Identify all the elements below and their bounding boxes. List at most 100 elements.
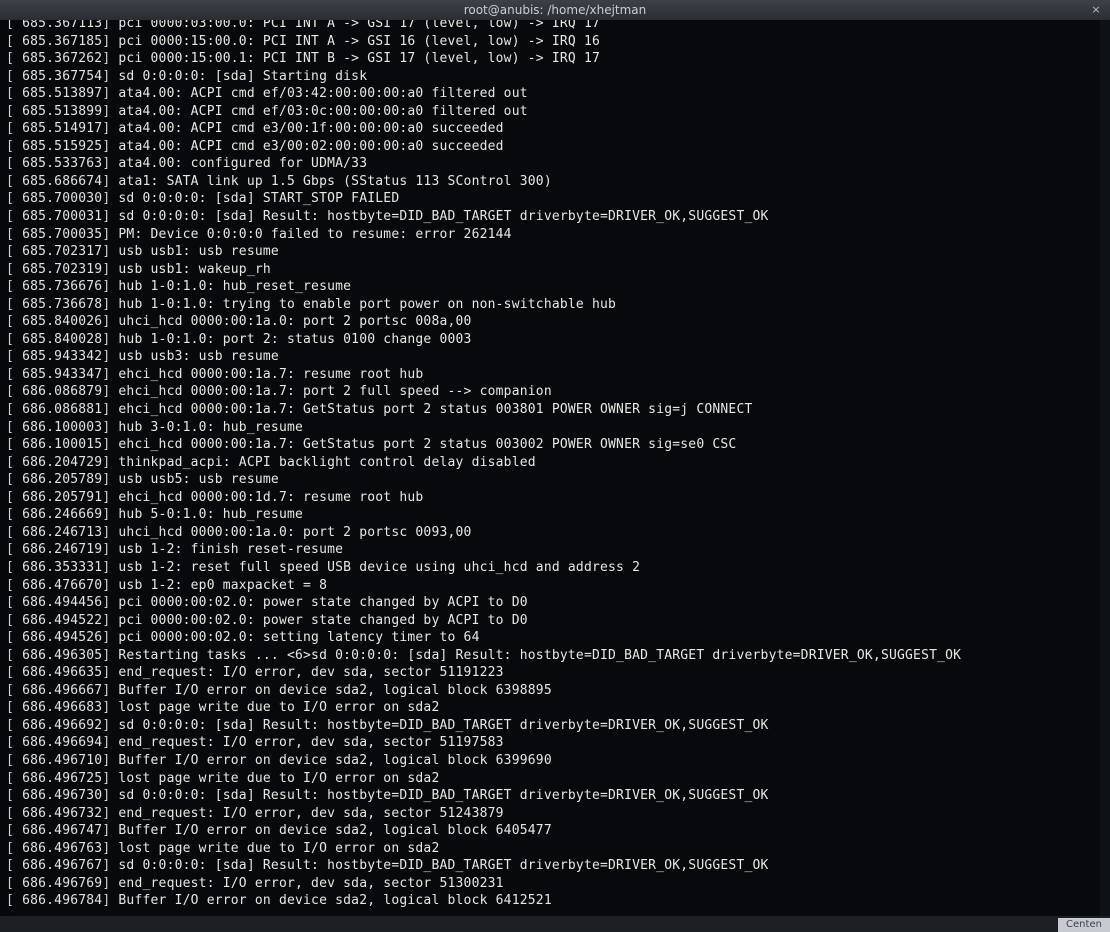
log-line: [ 686.476670] usb 1-2: ep0 maxpacket = 8 [6,577,961,595]
log-bracket-open: [ [6,419,23,435]
log-message: hub 1-0:1.0: hub_reset_resume [118,279,352,295]
log-bracket-close: ] [102,524,119,540]
log-timestamp: 685.513899 [22,103,103,119]
log-line: [ 686.496784] Buffer I/O error on device… [6,892,961,910]
log-line: [ 686.496763] lost page write due to I/O… [6,840,961,858]
log-timestamp: 685.943347 [22,366,103,382]
log-timestamp: 686.100015 [22,437,103,453]
log-bracket-close: ] [102,454,119,470]
log-bracket-close: ] [102,630,119,646]
log-bracket-close: ] [102,51,119,67]
log-timestamp: 685.840026 [22,314,103,330]
log-message: end_request: I/O error, dev sda, sector … [118,665,504,681]
log-timestamp: 686.494456 [22,595,103,611]
log-lines: [ 685.367113] pci 0000:03:00.0: PCI INT … [6,20,961,910]
log-line: [ 685.700035] PM: Device 0:0:0:0 failed … [6,226,961,244]
log-bracket-open: [ [6,717,23,733]
log-bracket-close: ] [102,542,119,558]
log-message: lost page write due to I/O error on sda2 [118,840,440,856]
log-bracket-close: ] [102,209,119,225]
log-bracket-close: ] [102,384,119,400]
log-line: [ 685.702319] usb usb1: wakeup_rh [6,261,961,279]
terminal-output[interactable]: [ 685.367113] pci 0000:03:00.0: PCI INT … [0,20,1100,916]
log-bracket-close: ] [102,752,119,768]
log-bracket-open: [ [6,20,23,31]
log-message: ehci_hcd 0000:00:1a.7: GetStatus port 2 … [118,402,753,418]
log-bracket-close: ] [102,437,119,453]
log-bracket-open: [ [6,33,23,49]
log-bracket-open: [ [6,542,23,558]
log-timestamp: 686.086879 [22,384,103,400]
log-message: sd 0:0:0:0: [sda] Result: hostbyte=DID_B… [118,858,769,874]
terminal-scrollbar[interactable] [1100,20,1110,916]
log-timestamp: 686.496730 [22,788,103,804]
log-timestamp: 685.736678 [22,296,103,312]
close-icon[interactable]: × [1088,2,1104,17]
log-bracket-close: ] [102,20,119,31]
log-bracket-open: [ [6,858,23,874]
log-timestamp: 686.496667 [22,682,103,698]
log-line: [ 686.086879] ehci_hcd 0000:00:1a.7: por… [6,383,961,401]
log-message: Restarting tasks ... <6>sd 0:0:0:0: [sda… [118,647,962,663]
log-bracket-close: ] [102,261,119,277]
log-message: uhci_hcd 0000:00:1a.0: port 2 portsc 008… [118,314,472,330]
log-timestamp: 686.246713 [22,524,103,540]
log-bracket-open: [ [6,472,23,488]
log-line: [ 686.353331] usb 1-2: reset full speed … [6,559,961,577]
log-message: pci 0000:15:00.1: PCI INT B -> GSI 17 (l… [118,51,601,67]
log-message: sd 0:0:0:0: [sda] Result: hostbyte=DID_B… [118,717,769,733]
log-bracket-open: [ [6,209,23,225]
log-bracket-close: ] [102,191,119,207]
log-timestamp: 685.367754 [22,68,103,84]
log-message: hub 3-0:1.0: hub_resume [118,419,304,435]
log-bracket-open: [ [6,279,23,295]
log-bracket-close: ] [102,156,119,172]
log-bracket-open: [ [6,489,23,505]
log-message: hub 1-0:1.0: trying to enable port power… [118,296,617,312]
log-message: pci 0000:03:00.0: PCI INT A -> GSI 17 (l… [118,20,601,31]
log-line: [ 686.246669] hub 5-0:1.0: hub_resume [6,506,961,524]
log-bracket-close: ] [102,279,119,295]
log-bracket-close: ] [102,788,119,804]
log-timestamp: 685.736676 [22,279,103,295]
log-message: hub 5-0:1.0: hub_resume [118,507,304,523]
log-timestamp: 686.496635 [22,665,103,681]
log-message: usb 1-2: finish reset-resume [118,542,344,558]
log-bracket-close: ] [102,121,119,137]
log-bracket-close: ] [102,840,119,856]
log-timestamp: 686.496747 [22,823,103,839]
log-timestamp: 686.496694 [22,735,103,751]
log-line: [ 686.494456] pci 0000:00:02.0: power st… [6,594,961,612]
log-bracket-close: ] [102,138,119,154]
window-titlebar[interactable]: root@anubis: /home/xhejtman × [0,0,1110,21]
log-line: [ 686.496694] end_request: I/O error, de… [6,734,961,752]
log-bracket-open: [ [6,770,23,786]
log-bracket-open: [ [6,138,23,154]
log-timestamp: 685.513897 [22,86,103,102]
log-bracket-open: [ [6,103,23,119]
log-bracket-close: ] [102,349,119,365]
log-line: [ 685.367262] pci 0000:15:00.1: PCI INT … [6,50,961,68]
log-message: sd 0:0:0:0: [sda] START_STOP FAILED [118,191,400,207]
log-message: pci 0000:00:02.0: power state changed by… [118,612,528,628]
log-message: ehci_hcd 0000:00:1d.7: resume root hub [118,489,424,505]
log-message: usb 1-2: ep0 maxpacket = 8 [118,577,328,593]
log-timestamp: 685.686674 [22,173,103,189]
log-bracket-open: [ [6,559,23,575]
log-line: [ 686.496635] end_request: I/O error, de… [6,664,961,682]
log-line: [ 686.496683] lost page write due to I/O… [6,699,961,717]
log-timestamp: 686.496763 [22,840,103,856]
log-timestamp: 686.496305 [22,647,103,663]
log-line: [ 686.494522] pci 0000:00:02.0: power st… [6,612,961,630]
log-line: [ 685.513897] ata4.00: ACPI cmd ef/03:42… [6,85,961,103]
log-timestamp: 686.496732 [22,805,103,821]
bottom-panel: Centen [0,916,1110,932]
log-bracket-close: ] [102,68,119,84]
log-bracket-close: ] [102,559,119,575]
log-bracket-open: [ [6,823,23,839]
log-line: [ 686.204729] thinkpad_acpi: ACPI backli… [6,454,961,472]
log-bracket-close: ] [102,770,119,786]
log-message: usb usb1: usb resume [118,244,279,260]
log-line: [ 686.100003] hub 3-0:1.0: hub_resume [6,419,961,437]
log-timestamp: 685.700035 [22,226,103,242]
